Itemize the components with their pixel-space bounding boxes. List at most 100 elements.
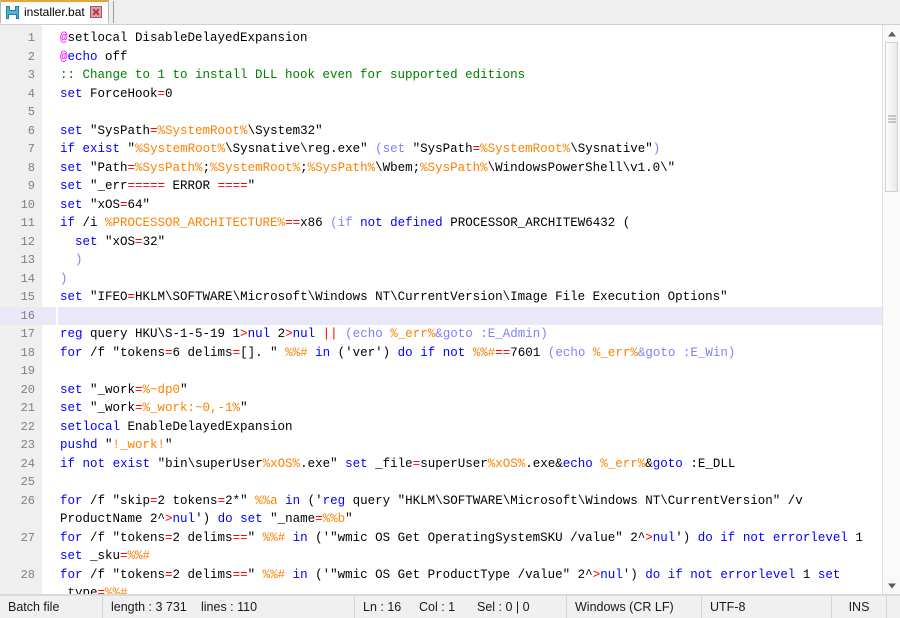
fold-cell[interactable] (42, 48, 56, 67)
code-line[interactable]: @echo off (58, 48, 882, 67)
fold-cell[interactable] (42, 436, 56, 455)
fold-cell[interactable] (42, 306, 56, 325)
code-line[interactable]: ProductName 2^>nul') do set "_name=%%b" (58, 510, 882, 529)
code-token: %xOS% (487, 456, 526, 471)
status-sel: Sel : 0 | 0 (469, 595, 567, 618)
code-line[interactable]: set "_work=%~dp0" (58, 381, 882, 400)
code-line[interactable]: for /f "skip=2 tokens=2*" %%a in ('reg q… (58, 492, 882, 511)
fold-cell[interactable] (42, 29, 56, 48)
code-line[interactable] (58, 362, 882, 381)
status-eol[interactable]: Windows (CR LF) (567, 595, 702, 618)
code-line[interactable] (58, 473, 882, 492)
fold-cell[interactable] (42, 473, 56, 492)
scrollbar-track[interactable] (883, 42, 900, 577)
code-token: "xOS (82, 197, 121, 212)
code-token: for (60, 567, 83, 582)
code-line[interactable]: reg query HKU\S-1-5-19 1>nul 2>nul || (e… (58, 325, 882, 344)
fold-cell[interactable] (42, 584, 56, 594)
code-token: %SystemRoot% (210, 160, 301, 175)
code-line[interactable]: set "xOS=64" (58, 196, 882, 215)
code-line[interactable]: set "IFEO=HKLM\SOFTWARE\Microsoft\Window… (58, 288, 882, 307)
fold-cell[interactable] (42, 492, 56, 511)
code-token: 64" (127, 197, 151, 212)
tab-bar: installer.bat (0, 0, 900, 25)
code-line[interactable]: setlocal EnableDelayedExpansion (58, 418, 882, 437)
code-token: defined (390, 216, 443, 230)
scroll-up-button[interactable] (883, 25, 900, 42)
code-token: setlocal DisableDelayedExpansion (67, 31, 308, 45)
fold-cell[interactable] (42, 362, 56, 381)
fold-cell[interactable] (42, 455, 56, 474)
status-encoding[interactable]: UTF-8 (702, 595, 832, 618)
code-line[interactable]: _type=%%# (58, 584, 882, 594)
fold-cell[interactable] (42, 288, 56, 307)
fold-cell[interactable] (42, 140, 56, 159)
code-token: ( (330, 216, 338, 230)
code-token: ForceHook (82, 86, 158, 101)
code-line[interactable]: for /f "tokens=2 delims==" %%# in ('"wmi… (58, 529, 882, 548)
code-line[interactable]: if exist "%SystemRoot%\Sysnative\reg.exe… (58, 140, 882, 159)
fold-cell[interactable] (42, 85, 56, 104)
fold-cell[interactable] (42, 103, 56, 122)
code-line[interactable]: for /f "tokens=6 delims=[]. " %%# in ('v… (58, 344, 882, 363)
code-line[interactable]: @setlocal DisableDelayedExpansion (58, 29, 882, 48)
code-token: ProductName 2^ (60, 512, 166, 526)
code-token: = (120, 549, 128, 563)
code-line[interactable]: if not exist "bin\superUser%xOS%.exe" se… (58, 455, 882, 474)
code-line[interactable]: set "_err===== ERROR ====" (58, 177, 882, 196)
close-icon[interactable] (89, 6, 102, 18)
code-lines[interactable]: @setlocal DisableDelayedExpansion @echo o… (56, 25, 882, 594)
code-line[interactable]: if /i %PROCESSOR_ARCHITECTURE%==x86 (if … (58, 214, 882, 233)
code-token: []. " (240, 345, 286, 360)
code-token: .exe& (525, 456, 563, 471)
status-insert-mode[interactable]: INS (832, 595, 887, 618)
code-line[interactable]: set "xOS=32" (58, 233, 882, 252)
vertical-scrollbar[interactable] (882, 25, 900, 594)
fold-cell[interactable] (42, 66, 56, 85)
fold-cell[interactable] (42, 510, 56, 529)
fold-cell[interactable] (42, 566, 56, 585)
fold-margin[interactable] (42, 25, 56, 594)
code-token: in (292, 530, 308, 545)
code-line[interactable]: set ForceHook=0 (58, 85, 882, 104)
code-token: ( (345, 327, 353, 341)
code-line[interactable]: pushd "!_work!" (58, 436, 882, 455)
code-line[interactable]: set "_work=%_work:~0,-1%" (58, 399, 882, 418)
scrollbar-thumb[interactable] (885, 42, 898, 192)
fold-cell[interactable] (42, 399, 56, 418)
code-line[interactable]: ) (58, 270, 882, 289)
fold-cell[interactable] (42, 214, 56, 233)
code-token: "_work (82, 401, 136, 415)
fold-cell[interactable] (42, 418, 56, 437)
code-line[interactable]: set _sku=%%# (58, 547, 882, 566)
fold-cell[interactable] (42, 251, 56, 270)
fold-cell[interactable] (42, 529, 56, 548)
code-line[interactable]: for /f "tokens=2 delims==" %%# in ('"wmi… (58, 566, 882, 585)
code-line[interactable] (58, 306, 882, 325)
code-line[interactable] (58, 103, 882, 122)
fold-cell[interactable] (42, 122, 56, 141)
scroll-down-button[interactable] (883, 577, 900, 594)
code-token: not (360, 216, 383, 230)
fold-cell[interactable] (42, 344, 56, 363)
fold-cell[interactable] (42, 196, 56, 215)
tab-installer-bat[interactable]: installer.bat (0, 0, 109, 24)
code-line[interactable]: set "SysPath=%SystemRoot%\System32" (58, 122, 882, 141)
code-token: for (60, 530, 83, 545)
code-line[interactable]: set "Path=%SysPath%;%SystemRoot%;%SysPat… (58, 159, 882, 178)
fold-cell[interactable] (42, 159, 56, 178)
line-number: 4 (27, 86, 35, 101)
fold-cell[interactable] (42, 270, 56, 289)
fold-cell[interactable] (42, 177, 56, 196)
fold-cell[interactable] (42, 325, 56, 344)
code-line[interactable]: ) (58, 251, 882, 270)
fold-cell[interactable] (42, 547, 56, 566)
code-line[interactable]: :: Change to 1 to install DLL hook even … (58, 66, 882, 85)
fold-cell[interactable] (42, 381, 56, 400)
code-token: set (60, 123, 83, 138)
fold-cell[interactable] (42, 233, 56, 252)
code-view[interactable]: 1 2 3 4 5 6 7 8 9 10 11 12 13 14 15 16 17 18 19 20 21 22 23 24 2… (0, 25, 882, 594)
code-token: ) (60, 271, 68, 286)
